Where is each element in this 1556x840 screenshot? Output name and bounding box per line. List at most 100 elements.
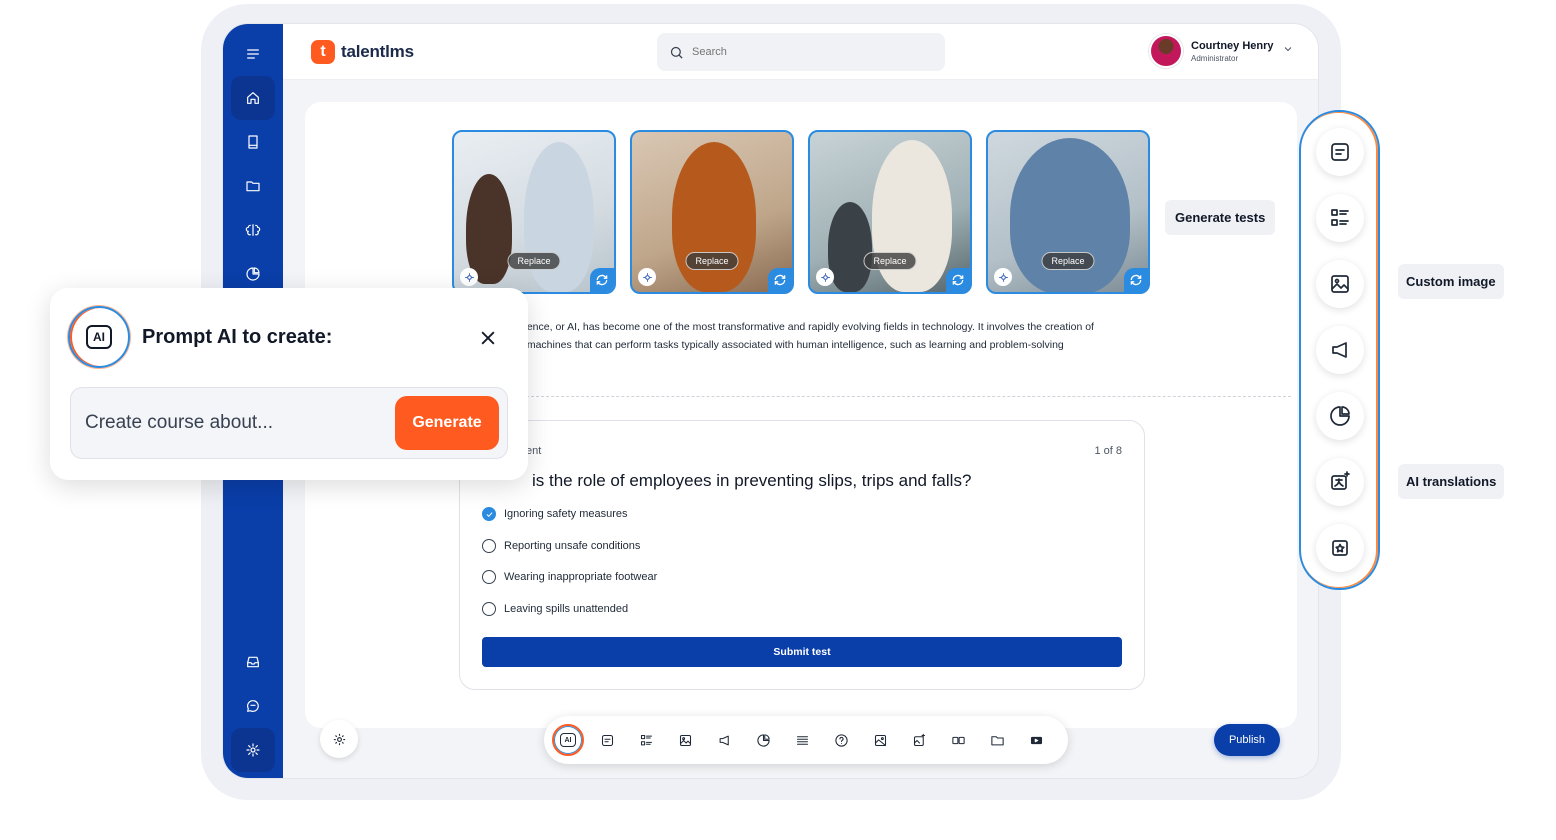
- search-input[interactable]: [692, 46, 912, 58]
- inbox-icon: [247, 656, 259, 668]
- chevron-down-icon[interactable]: [1282, 42, 1294, 60]
- gallery-image[interactable]: Replace: [630, 130, 794, 294]
- quiz-label: ent: [526, 445, 542, 457]
- image-icon: [679, 734, 691, 746]
- menu-button[interactable]: [231, 32, 275, 76]
- answer-option[interactable]: Ignoring safety measures: [482, 507, 628, 521]
- refresh-icon[interactable]: [1124, 268, 1148, 292]
- image-tool-button[interactable]: [669, 724, 701, 756]
- photo-figure: [828, 202, 872, 292]
- folder-icon: [246, 181, 260, 192]
- search-icon: [670, 46, 683, 59]
- chart-tool-button[interactable]: [747, 724, 779, 756]
- refresh-icon[interactable]: [946, 268, 970, 292]
- brain-icon: [245, 224, 261, 236]
- settings-icon[interactable]: [638, 268, 656, 286]
- gallery-image[interactable]: Replace: [986, 130, 1150, 294]
- ai-tool-button[interactable]: AI: [552, 724, 584, 756]
- settings-icon[interactable]: [460, 268, 478, 286]
- gallery-image[interactable]: Replace: [452, 130, 616, 294]
- radio-button[interactable]: [482, 570, 496, 584]
- brand-logo[interactable]: t talentlms: [311, 40, 414, 64]
- generate-button[interactable]: Generate: [395, 396, 499, 450]
- quiz-card: ent 1 of 8 is the role of employees in p…: [459, 420, 1145, 690]
- settings-icon[interactable]: [994, 268, 1012, 286]
- folder-tool-button[interactable]: [981, 724, 1013, 756]
- paragraph-line: t machines that can perform tasks typica…: [521, 339, 1064, 351]
- lines-tool-button[interactable]: [786, 724, 818, 756]
- answer-option[interactable]: Leaving spills unattended: [482, 602, 628, 616]
- submit-test-button[interactable]: Submit test: [482, 637, 1122, 667]
- picture-icon: [874, 734, 886, 746]
- prompt-ai-dialog: AI Prompt AI to create: Generate: [50, 288, 528, 480]
- refresh-icon[interactable]: [768, 268, 792, 292]
- question-tool-button[interactable]: [825, 724, 857, 756]
- badge-ai-button[interactable]: [1316, 524, 1364, 572]
- stage: t talentlms Courtney Henry Administrator: [0, 0, 1556, 840]
- radio-button[interactable]: [482, 602, 496, 616]
- sidebar-item-messages[interactable]: [231, 684, 275, 728]
- gallery-image[interactable]: Replace: [808, 130, 972, 294]
- list-tool-button[interactable]: [630, 724, 662, 756]
- megaphone-icon: [719, 735, 729, 745]
- user-menu[interactable]: Courtney Henry Administrator: [1149, 34, 1294, 68]
- flashcard-tool-button[interactable]: [942, 724, 974, 756]
- refresh-icon[interactable]: [590, 268, 614, 292]
- user-role: Administrator: [1191, 53, 1239, 63]
- video-tool-button[interactable]: [1020, 724, 1052, 756]
- answer-option[interactable]: Wearing inappropriate footwear: [482, 570, 657, 584]
- pie-chart-icon: [1330, 406, 1350, 426]
- pie-chart-icon: [756, 733, 770, 747]
- paragraph-line: gence, or AI, has become one of the most…: [521, 321, 1094, 333]
- radio-button[interactable]: [482, 539, 496, 553]
- image-sparkle-icon: [913, 733, 925, 746]
- search-box[interactable]: [657, 33, 945, 71]
- editor-settings-button[interactable]: [320, 720, 358, 758]
- close-button[interactable]: [478, 328, 498, 348]
- announcement-ai-button[interactable]: [1316, 326, 1364, 374]
- checked-radio[interactable]: [482, 507, 496, 521]
- text-tool-button[interactable]: [591, 724, 623, 756]
- custom-image-button[interactable]: [1316, 260, 1364, 308]
- replace-button[interactable]: Replace: [685, 252, 739, 270]
- photo-figure: [466, 174, 512, 284]
- dialog-title: Prompt AI to create:: [142, 326, 333, 348]
- check-icon: [486, 511, 492, 517]
- gear-icon: [246, 743, 260, 757]
- option-label: Reporting unsafe conditions: [504, 540, 641, 552]
- logo-text: talentlms: [341, 42, 414, 61]
- sidebar-item-skills[interactable]: [231, 208, 275, 252]
- chat-icon: [247, 700, 259, 712]
- photo-figure: [1010, 138, 1130, 292]
- pie-chart-icon: [246, 267, 260, 281]
- publish-button[interactable]: Publish: [1214, 724, 1280, 756]
- user-name: Courtney Henry: [1191, 39, 1274, 52]
- image-ai-tool-button[interactable]: [903, 724, 935, 756]
- sidebar-item-home[interactable]: [231, 76, 275, 120]
- image-gallery: Replace Replace Replace Replace: [452, 130, 1150, 294]
- flashcard-icon: [951, 736, 965, 744]
- prompt-input[interactable]: [85, 412, 385, 434]
- translate-icon: [1331, 471, 1350, 490]
- text-ai-button[interactable]: [1316, 128, 1364, 176]
- picture-tool-button[interactable]: [864, 724, 896, 756]
- ai-badge: AI: [68, 306, 130, 368]
- sidebar-item-files[interactable]: [231, 164, 275, 208]
- replace-button[interactable]: Replace: [507, 252, 561, 270]
- video-icon: [1030, 736, 1042, 744]
- settings-icon[interactable]: [816, 268, 834, 286]
- gear-icon: [333, 733, 345, 745]
- sidebar-item-settings[interactable]: [231, 728, 275, 772]
- list-ai-button[interactable]: [1316, 194, 1364, 242]
- replace-button[interactable]: Replace: [1041, 252, 1095, 270]
- ai-icon: AI: [560, 733, 576, 747]
- chart-ai-button[interactable]: [1316, 392, 1364, 440]
- answer-option[interactable]: Reporting unsafe conditions: [482, 539, 640, 553]
- sidebar-item-inbox[interactable]: [231, 640, 275, 684]
- sidebar-item-courses[interactable]: [231, 120, 275, 164]
- announcement-tool-button[interactable]: [708, 724, 740, 756]
- section-divider: [521, 396, 1291, 397]
- replace-button[interactable]: Replace: [863, 252, 917, 270]
- image-icon: [1331, 275, 1349, 293]
- ai-translations-button[interactable]: [1316, 458, 1364, 506]
